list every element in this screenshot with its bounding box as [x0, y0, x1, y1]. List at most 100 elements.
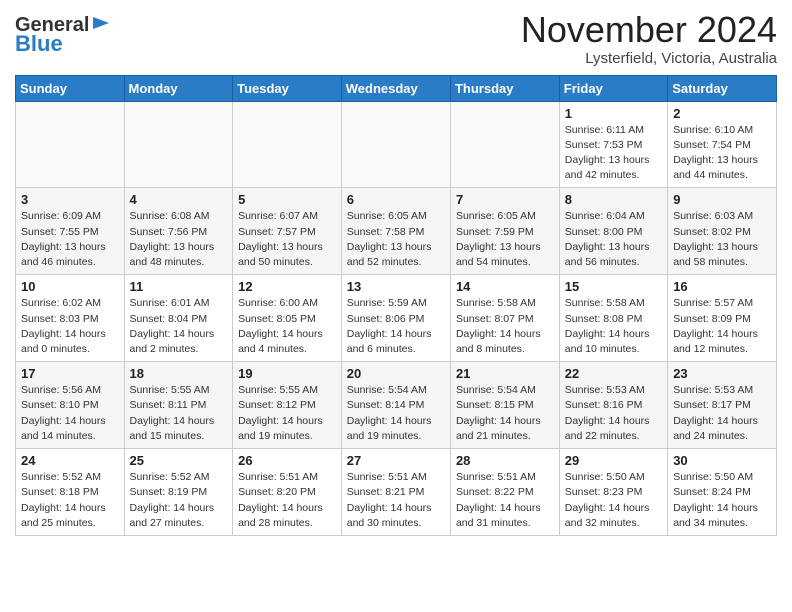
- calendar-header-row: SundayMondayTuesdayWednesdayThursdayFrid…: [16, 75, 777, 101]
- day-info: Sunrise: 5:57 AM Sunset: 8:09 PM Dayligh…: [673, 296, 771, 357]
- day-info: Sunrise: 5:51 AM Sunset: 8:21 PM Dayligh…: [347, 470, 445, 531]
- calendar-weekday-header: Sunday: [16, 75, 125, 101]
- calendar-cell: 20Sunrise: 5:54 AM Sunset: 8:14 PM Dayli…: [341, 362, 450, 449]
- calendar-cell: [233, 101, 342, 188]
- calendar-cell: [450, 101, 559, 188]
- day-number: 9: [673, 192, 771, 207]
- header: General Blue November 2024 Lysterfield, …: [15, 10, 777, 67]
- day-info: Sunrise: 5:55 AM Sunset: 8:11 PM Dayligh…: [130, 383, 228, 444]
- logo: General Blue: [15, 14, 111, 56]
- calendar-cell: 25Sunrise: 5:52 AM Sunset: 8:19 PM Dayli…: [124, 449, 233, 536]
- day-number: 17: [21, 366, 119, 381]
- calendar-weekday-header: Thursday: [450, 75, 559, 101]
- logo-arrow-icon: [91, 13, 111, 33]
- day-number: 6: [347, 192, 445, 207]
- day-number: 25: [130, 453, 228, 468]
- calendar-cell: 16 Sunrise: 5:57 AM Sunset: 8:09 PM Dayli…: [668, 275, 777, 362]
- day-info: Sunrise: 6:10 AM Sunset: 7:54 PM Dayligh…: [673, 123, 771, 184]
- day-number: 19: [238, 366, 336, 381]
- day-info: Sunrise: 5:52 AM Sunset: 8:18 PM Dayligh…: [21, 470, 119, 531]
- calendar-cell: 3Sunrise: 6:09 AM Sunset: 7:55 PM Daylig…: [16, 188, 125, 275]
- day-number: 1: [565, 106, 662, 121]
- day-number: 14: [456, 279, 554, 294]
- calendar-weekday-header: Friday: [559, 75, 667, 101]
- calendar-cell: 12 Sunrise: 6:00 AM Sunset: 8:05 PM Dayli…: [233, 275, 342, 362]
- day-info: Sunrise: 5:50 AM Sunset: 8:23 PM Dayligh…: [565, 470, 662, 531]
- day-info: Sunrise: 6:00 AM Sunset: 8:05 PM Dayligh…: [238, 296, 336, 357]
- day-number: 8: [565, 192, 662, 207]
- day-number: 12: [238, 279, 336, 294]
- day-info: Sunrise: 6:04 AM Sunset: 8:00 PM Dayligh…: [565, 209, 662, 270]
- day-info: Sunrise: 5:51 AM Sunset: 8:20 PM Dayligh…: [238, 470, 336, 531]
- day-info: Sunrise: 6:05 AM Sunset: 7:58 PM Dayligh…: [347, 209, 445, 270]
- day-number: 26: [238, 453, 336, 468]
- calendar-week-row: 1 Sunrise: 6:11 AM Sunset: 7:53 PM Daylig…: [16, 101, 777, 188]
- calendar-cell: 14 Sunrise: 5:58 AM Sunset: 8:07 PM Dayli…: [450, 275, 559, 362]
- day-info: Sunrise: 6:01 AM Sunset: 8:04 PM Dayligh…: [130, 296, 228, 357]
- calendar-week-row: 17 Sunrise: 5:56 AM Sunset: 8:10 PM Dayli…: [16, 362, 777, 449]
- day-info: Sunrise: 5:54 AM Sunset: 8:15 PM Dayligh…: [456, 383, 554, 444]
- day-number: 7: [456, 192, 554, 207]
- day-number: 18: [130, 366, 228, 381]
- day-info: Sunrise: 5:58 AM Sunset: 8:07 PM Dayligh…: [456, 296, 554, 357]
- day-number: 28: [456, 453, 554, 468]
- day-number: 2: [673, 106, 771, 121]
- day-info: Sunrise: 6:07 AM Sunset: 7:57 PM Dayligh…: [238, 209, 336, 270]
- calendar-cell: 21 Sunrise: 5:54 AM Sunset: 8:15 PM Dayli…: [450, 362, 559, 449]
- calendar-cell: 2 Sunrise: 6:10 AM Sunset: 7:54 PM Daylig…: [668, 101, 777, 188]
- location: Lysterfield, Victoria, Australia: [521, 50, 777, 67]
- day-number: 21: [456, 366, 554, 381]
- day-info: Sunrise: 5:54 AM Sunset: 8:14 PM Dayligh…: [347, 383, 445, 444]
- calendar-cell: 13Sunrise: 5:59 AM Sunset: 8:06 PM Dayli…: [341, 275, 450, 362]
- calendar-cell: 18 Sunrise: 5:55 AM Sunset: 8:11 PM Dayli…: [124, 362, 233, 449]
- day-info: Sunrise: 5:56 AM Sunset: 8:10 PM Dayligh…: [21, 383, 119, 444]
- calendar-cell: 29 Sunrise: 5:50 AM Sunset: 8:23 PM Dayli…: [559, 449, 667, 536]
- day-number: 29: [565, 453, 662, 468]
- calendar-cell: 24 Sunrise: 5:52 AM Sunset: 8:18 PM Dayli…: [16, 449, 125, 536]
- calendar-cell: 4Sunrise: 6:08 AM Sunset: 7:56 PM Daylig…: [124, 188, 233, 275]
- calendar-week-row: 10Sunrise: 6:02 AM Sunset: 8:03 PM Dayli…: [16, 275, 777, 362]
- month-title: November 2024: [521, 10, 777, 50]
- day-info: Sunrise: 6:05 AM Sunset: 7:59 PM Dayligh…: [456, 209, 554, 270]
- calendar-cell: 10Sunrise: 6:02 AM Sunset: 8:03 PM Dayli…: [16, 275, 125, 362]
- calendar: SundayMondayTuesdayWednesdayThursdayFrid…: [15, 75, 777, 536]
- calendar-cell: [341, 101, 450, 188]
- calendar-weekday-header: Saturday: [668, 75, 777, 101]
- day-number: 24: [21, 453, 119, 468]
- calendar-cell: 7 Sunrise: 6:05 AM Sunset: 7:59 PM Daylig…: [450, 188, 559, 275]
- logo-blue-text: Blue: [15, 32, 63, 56]
- calendar-week-row: 3Sunrise: 6:09 AM Sunset: 7:55 PM Daylig…: [16, 188, 777, 275]
- calendar-cell: 11 Sunrise: 6:01 AM Sunset: 8:04 PM Dayli…: [124, 275, 233, 362]
- calendar-cell: 27Sunrise: 5:51 AM Sunset: 8:21 PM Dayli…: [341, 449, 450, 536]
- day-info: Sunrise: 6:11 AM Sunset: 7:53 PM Dayligh…: [565, 123, 662, 184]
- calendar-cell: 6 Sunrise: 6:05 AM Sunset: 7:58 PM Daylig…: [341, 188, 450, 275]
- calendar-week-row: 24 Sunrise: 5:52 AM Sunset: 8:18 PM Dayli…: [16, 449, 777, 536]
- day-info: Sunrise: 5:59 AM Sunset: 8:06 PM Dayligh…: [347, 296, 445, 357]
- day-number: 16: [673, 279, 771, 294]
- calendar-cell: 28 Sunrise: 5:51 AM Sunset: 8:22 PM Dayli…: [450, 449, 559, 536]
- calendar-cell: 22 Sunrise: 5:53 AM Sunset: 8:16 PM Dayli…: [559, 362, 667, 449]
- title-area: November 2024 Lysterfield, Victoria, Aus…: [521, 10, 777, 67]
- calendar-cell: [16, 101, 125, 188]
- day-number: 11: [130, 279, 228, 294]
- day-info: Sunrise: 5:50 AM Sunset: 8:24 PM Dayligh…: [673, 470, 771, 531]
- calendar-cell: 9Sunrise: 6:03 AM Sunset: 8:02 PM Daylig…: [668, 188, 777, 275]
- day-info: Sunrise: 5:58 AM Sunset: 8:08 PM Dayligh…: [565, 296, 662, 357]
- day-number: 30: [673, 453, 771, 468]
- calendar-cell: 19Sunrise: 5:55 AM Sunset: 8:12 PM Dayli…: [233, 362, 342, 449]
- calendar-cell: 23 Sunrise: 5:53 AM Sunset: 8:17 PM Dayli…: [668, 362, 777, 449]
- calendar-cell: [124, 101, 233, 188]
- calendar-cell: 8 Sunrise: 6:04 AM Sunset: 8:00 PM Daylig…: [559, 188, 667, 275]
- day-info: Sunrise: 5:53 AM Sunset: 8:16 PM Dayligh…: [565, 383, 662, 444]
- day-number: 5: [238, 192, 336, 207]
- calendar-cell: 30 Sunrise: 5:50 AM Sunset: 8:24 PM Dayli…: [668, 449, 777, 536]
- day-info: Sunrise: 5:51 AM Sunset: 8:22 PM Dayligh…: [456, 470, 554, 531]
- day-info: Sunrise: 5:53 AM Sunset: 8:17 PM Dayligh…: [673, 383, 771, 444]
- day-number: 15: [565, 279, 662, 294]
- day-number: 10: [21, 279, 119, 294]
- day-number: 22: [565, 366, 662, 381]
- calendar-cell: 15 Sunrise: 5:58 AM Sunset: 8:08 PM Dayli…: [559, 275, 667, 362]
- day-info: Sunrise: 6:08 AM Sunset: 7:56 PM Dayligh…: [130, 209, 228, 270]
- day-number: 23: [673, 366, 771, 381]
- calendar-weekday-header: Wednesday: [341, 75, 450, 101]
